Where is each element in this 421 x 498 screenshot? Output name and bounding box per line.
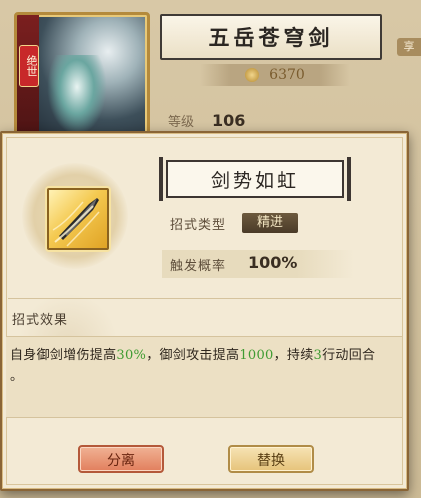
character-card[interactable]: 绝世: [14, 12, 150, 140]
effect-text-3: ，持续: [273, 348, 314, 363]
effect-value-1: 30%: [116, 348, 147, 363]
item-title: 五岳苍穹剑: [160, 14, 382, 60]
effect-description: 自身御剑增伤提高30%，御剑攻击提高1000，持续3行动回合。: [10, 345, 396, 387]
level-value: 106: [212, 110, 246, 130]
divider: [8, 298, 401, 299]
effect-text-1: 自身御剑增伤提高: [10, 348, 117, 363]
level-row: 等级 106: [150, 108, 408, 132]
power-value: 6370: [269, 67, 305, 83]
card-badge: 绝世: [19, 45, 39, 87]
type-badge: 精进: [242, 213, 298, 233]
type-label: 招式类型: [170, 218, 227, 233]
rate-value: 100%: [248, 253, 298, 272]
rate-label: 触发概率: [170, 259, 227, 274]
power-row: 6370: [200, 64, 350, 86]
effect-value-3: 3: [313, 348, 323, 363]
level-label: 等级: [168, 114, 195, 130]
separate-button[interactable]: 分离: [78, 445, 164, 473]
effect-text-4: 行动回合: [322, 348, 376, 363]
replace-button[interactable]: 替换: [228, 445, 314, 473]
effect-text-2: ，御剑攻击提高: [146, 348, 240, 363]
effect-header: 招式效果: [12, 313, 69, 328]
effect-text-end: 。: [10, 369, 24, 384]
skill-icon: [47, 188, 109, 250]
skill-name: 剑势如虹: [159, 157, 351, 201]
side-tab[interactable]: 享: [397, 38, 421, 56]
skill-popup: 剑势如虹 招式类型 精进 触发概率 100% 招式效果 自身御剑增伤提高30%，…: [0, 131, 409, 491]
coin-icon: [245, 68, 260, 82]
sword-tip-icon: [52, 198, 100, 247]
effect-value-2: 1000: [239, 348, 274, 363]
character-figure: [47, 55, 107, 135]
